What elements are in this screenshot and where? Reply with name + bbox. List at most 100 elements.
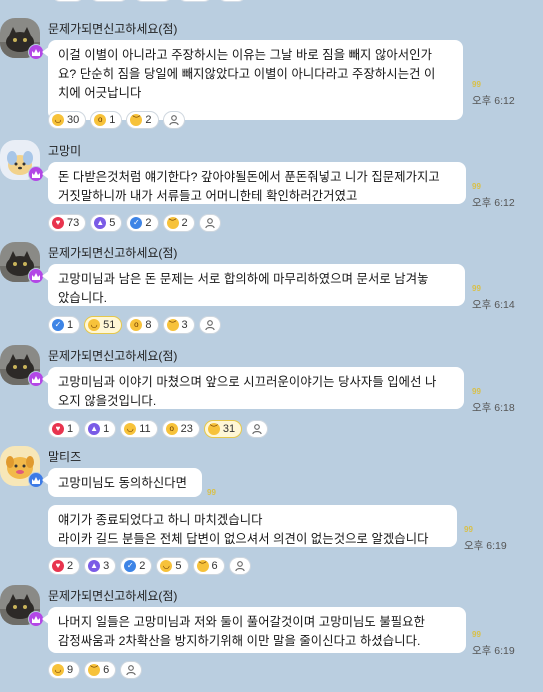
wow-icon: o: [94, 114, 107, 126]
reaction-check[interactable]: ✓ 2: [120, 557, 153, 575]
avatar[interactable]: [0, 242, 44, 284]
reaction-sad[interactable]: ︶ 6: [192, 557, 225, 575]
reaction-heart[interactable]: ♥ 1: [48, 420, 81, 438]
thumbs-up-icon: ▲: [88, 423, 101, 435]
timestamp: 오후 6:18: [472, 402, 515, 414]
message-line: 라이카 길드 분들은 전체 답변이 없으셔서 의견이 없는것으로 알겠습니다: [58, 532, 429, 546]
unread-count: 99: [472, 630, 481, 639]
person-icon: [234, 561, 245, 572]
reaction-members-button[interactable]: [198, 316, 221, 334]
reaction-wow[interactable]: o 23: [161, 420, 200, 438]
sad-icon: ︶: [130, 114, 143, 126]
check-icon: ✓: [130, 217, 143, 229]
message-bubble[interactable]: 고망미님과 남은 돈 문제는 서로 합의하에 마무리하였으며 문서로 남겨놓 았…: [42, 264, 465, 306]
timestamp: 오후 6:19: [472, 645, 515, 657]
sender-name[interactable]: 문제가되면신고하세요(점): [48, 244, 177, 261]
avatar[interactable]: [0, 18, 44, 60]
reaction-sad[interactable]: ︶ 31: [203, 420, 243, 438]
person-icon: [168, 115, 179, 126]
unread-count: 99: [472, 284, 481, 293]
reaction-heart[interactable]: ♥ 2: [48, 557, 81, 575]
message-line: 았습니다.: [58, 291, 108, 305]
reaction-check[interactable]: ✓ 1: [48, 316, 81, 334]
message-bubble[interactable]: 고망미님도 동의하신다면: [42, 468, 202, 497]
message-line: 치에 어긋납니다: [58, 86, 142, 100]
sender-name[interactable]: 문제가되면신고하세요(점): [48, 587, 177, 604]
reaction-heart[interactable]: ♥ 73: [48, 214, 87, 232]
reaction-members-button[interactable]: [162, 111, 185, 129]
message-line: 돈 다받은것처럼 얘기한다? 갚아야될돈에서 푼돈줘넣고 니가 집문제가지고: [58, 170, 440, 184]
unread-count: 99: [464, 525, 473, 534]
reaction-bar: ♥ 73 ▲ 5 ✓ 2 ︶ 2: [48, 214, 221, 232]
laugh-icon: ◡: [124, 423, 137, 435]
sad-icon: ︶: [166, 319, 179, 331]
reaction-thumbs-up[interactable]: ▲ 5: [90, 214, 123, 232]
reaction-laugh[interactable]: ◡ 51: [84, 316, 123, 334]
reaction-bar: ◡ 30 o1 ︶ 2: [48, 111, 185, 129]
unread-count: 99: [472, 80, 481, 89]
sad-icon: ︶: [196, 560, 209, 572]
check-icon: ✓: [52, 319, 64, 331]
sender-name[interactable]: 문제가되면신고하세요(점): [48, 347, 177, 364]
message-line: 감정싸움과 2차확산을 방지하기위해 이만 말을 줄이신다고 하셨습니다.: [58, 634, 421, 648]
reaction-laugh[interactable]: ◡ 30: [48, 111, 87, 129]
previous-reactions-strip: [0, 0, 543, 8]
avatar[interactable]: [0, 585, 44, 627]
reaction-bar: ♥ 2 ▲ 3 ✓ 2 ◡ 5 ︶ 6: [48, 557, 251, 575]
person-icon: [126, 665, 136, 676]
message-line: 나머지 일들은 고망미님과 저와 둘이 풀어갈것이며 고망미님도 불필요한: [58, 615, 426, 629]
reaction-laugh[interactable]: ◡ 9: [48, 661, 81, 679]
timestamp: 오후 6:12: [472, 95, 515, 107]
reaction-check[interactable]: ✓ 2: [126, 214, 159, 232]
heart-icon: ♥: [52, 217, 64, 229]
reaction-thumbs-up[interactable]: ▲ 3: [84, 557, 117, 575]
message-line: 얘기가 종료되었다고 하니 마치겠습니다: [58, 513, 263, 527]
avatar[interactable]: [0, 446, 44, 488]
wow-icon: o: [130, 319, 143, 331]
timestamp: 오후 6:14: [472, 299, 515, 311]
reaction-laugh[interactable]: ◡ 5: [156, 557, 189, 575]
message-bubble[interactable]: 이걸 이별이 아니라고 주장하시는 이유는 그날 바로 짐을 빼지 않아서인가 …: [42, 40, 463, 120]
sad-icon: ︶: [88, 664, 101, 676]
avatar[interactable]: [0, 345, 44, 387]
laugh-icon: ◡: [160, 560, 173, 572]
reaction-wow[interactable]: o1: [90, 111, 123, 129]
unread-count: 99: [472, 387, 481, 396]
message-line: 고망미님과 남은 돈 문제는 서로 합의하에 마무리하였으며 문서로 남겨놓: [58, 272, 429, 286]
reaction-sad[interactable]: ︶ 6: [84, 661, 117, 679]
reaction-members-button[interactable]: [228, 557, 251, 575]
sad-icon: ︶: [207, 423, 220, 435]
message-bubble[interactable]: 얘기가 종료되었다고 하니 마치겠습니다 라이카 길드 분들은 전체 답변이 없…: [48, 505, 457, 547]
reaction-members-button[interactable]: [246, 420, 269, 438]
sad-icon: ︶: [166, 217, 179, 229]
message-line: 고망미님과 이야기 마쳤으며 앞으로 시끄러운이야기는 당사자들 입에선 나: [58, 375, 437, 389]
reaction-sad[interactable]: ︶ 3: [162, 316, 195, 334]
message-bubble[interactable]: 돈 다받은것처럼 얘기한다? 갚아야될돈에서 푼돈줘넣고 니가 집문제가지고 거…: [42, 162, 466, 204]
avatar[interactable]: [0, 140, 44, 182]
reaction-members-button[interactable]: [198, 214, 221, 232]
person-icon: [204, 320, 215, 331]
reaction-bar: ◡ 9 ︶ 6: [48, 661, 143, 679]
reaction-bar: ♥ 1 ▲ 1 ◡ 11 o 23 ︶ 31: [48, 420, 269, 438]
reaction-wow[interactable]: o8: [126, 316, 159, 334]
message-line: 거짓말하니까 내가 서류들고 어머니한테 확인하러간거였고: [58, 189, 358, 203]
unread-count: 99: [207, 488, 216, 497]
person-icon: [204, 218, 215, 229]
laugh-icon: ◡: [52, 664, 64, 676]
reaction-bar: ✓ 1 ◡ 51 o8 ︶ 3: [48, 316, 221, 334]
laugh-icon: ◡: [88, 319, 101, 331]
timestamp: 오후 6:12: [472, 197, 515, 209]
sender-name[interactable]: 문제가되면신고하세요(점): [48, 20, 177, 37]
wow-icon: o: [165, 423, 178, 435]
timestamp: 오후 6:19: [464, 540, 507, 552]
reaction-sad[interactable]: ︶ 2: [162, 214, 195, 232]
sender-name[interactable]: 말티즈: [48, 448, 81, 465]
message-bubble[interactable]: 나머지 일들은 고망미님과 저와 둘이 풀어갈것이며 고망미님도 불필요한 감정…: [42, 607, 466, 653]
reaction-thumbs-up[interactable]: ▲ 1: [84, 420, 117, 438]
reaction-members-button[interactable]: [120, 661, 143, 679]
sender-name[interactable]: 고망미: [48, 142, 81, 159]
reaction-laugh[interactable]: ◡ 11: [120, 420, 158, 438]
reaction-sad[interactable]: ︶ 2: [126, 111, 159, 129]
heart-icon: ♥: [52, 560, 64, 572]
message-bubble[interactable]: 고망미님과 이야기 마쳤으며 앞으로 시끄러운이야기는 당사자들 입에선 나 오…: [42, 367, 464, 409]
